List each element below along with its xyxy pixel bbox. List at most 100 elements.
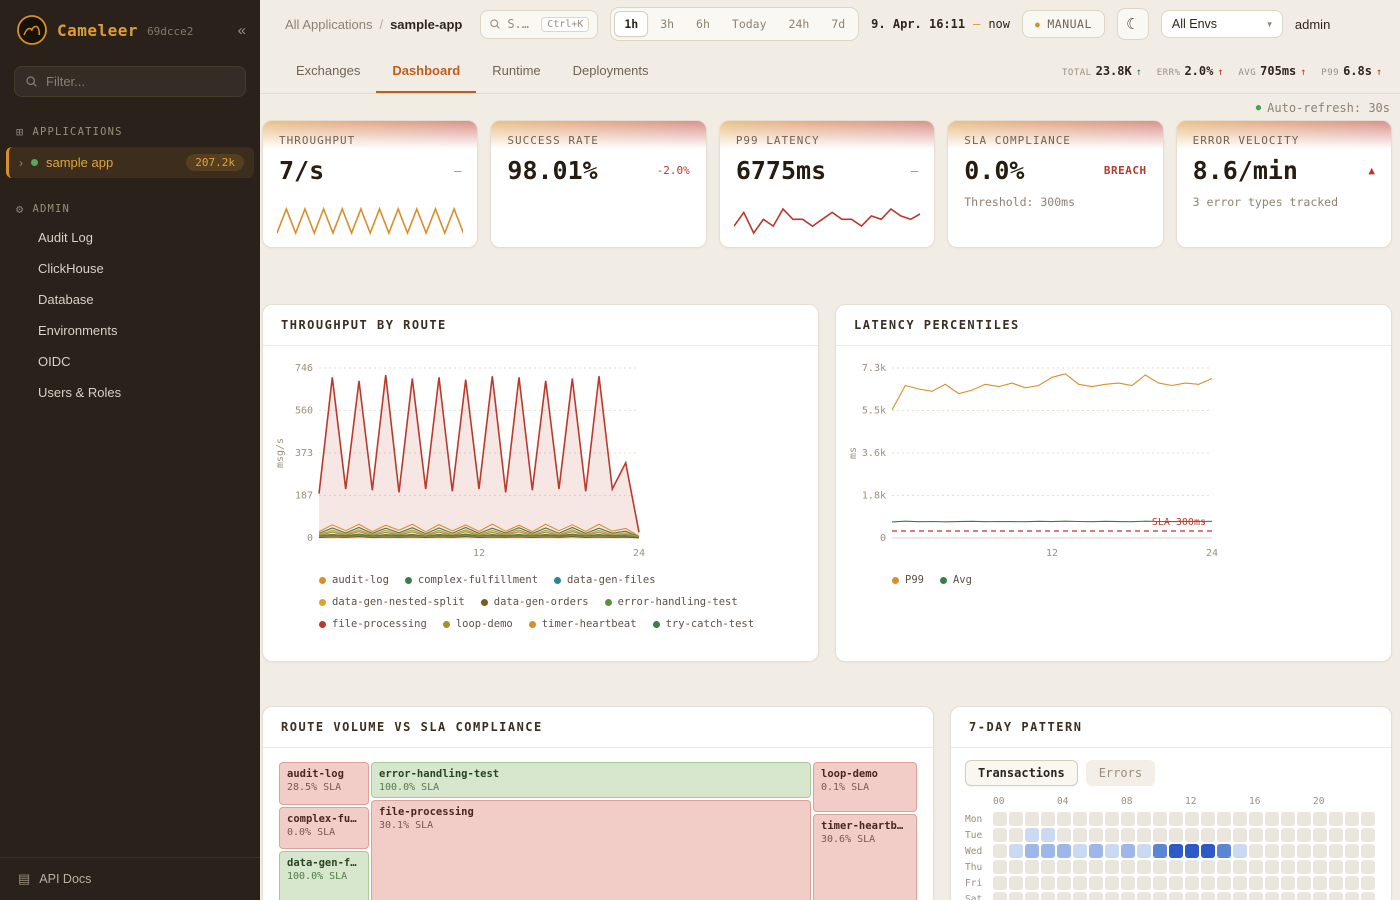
heatmap-cell[interactable] — [1329, 828, 1343, 842]
heatmap-cell[interactable] — [1185, 876, 1199, 890]
heatmap-cell[interactable] — [1185, 860, 1199, 874]
heatmap-cell[interactable] — [1361, 828, 1375, 842]
time-range-1h[interactable]: 1h — [614, 11, 648, 37]
heatmap-cell[interactable] — [1105, 812, 1119, 826]
heatmap-cell[interactable] — [1025, 844, 1039, 858]
heatmap-cell[interactable] — [1153, 860, 1167, 874]
heatmap-cell[interactable] — [1281, 860, 1295, 874]
heatmap-cell[interactable] — [1153, 844, 1167, 858]
heatmap-cell[interactable] — [1345, 812, 1359, 826]
manual-refresh-button[interactable]: ● MANUAL — [1022, 10, 1105, 38]
heatmap-cell[interactable] — [1089, 828, 1103, 842]
heatmap-cell[interactable] — [993, 892, 1007, 900]
legend-item-try-catch-test[interactable]: try-catch-test — [653, 618, 755, 630]
heatmap-cell[interactable] — [1233, 892, 1247, 900]
sidebar-item-clickhouse[interactable]: ClickHouse — [0, 253, 260, 284]
legend-item-timer-heartbeat[interactable]: timer-heartbeat — [529, 618, 637, 630]
heatmap-cell[interactable] — [1201, 876, 1215, 890]
heatmap-cell[interactable] — [1233, 844, 1247, 858]
heatmap-cell[interactable] — [1025, 876, 1039, 890]
tab-deployments[interactable]: Deployments — [557, 48, 665, 93]
heatmap-cell[interactable] — [1185, 844, 1199, 858]
heatmap-cell[interactable] — [1089, 812, 1103, 826]
heatmap-cell[interactable] — [1249, 860, 1263, 874]
treemap-block-file-processing[interactable]: file-processing30.1% SLA — [371, 800, 811, 900]
legend-item-error-handling-test[interactable]: error-handling-test — [605, 596, 738, 608]
legend-item-loop-demo[interactable]: loop-demo — [443, 618, 513, 630]
heatmap-cell[interactable] — [1361, 812, 1375, 826]
heatmap-cell[interactable] — [1313, 876, 1327, 890]
heatmap-cell[interactable] — [1217, 844, 1231, 858]
heatmap-cell[interactable] — [1201, 844, 1215, 858]
heatmap-cell[interactable] — [1297, 812, 1311, 826]
heatmap-cell[interactable] — [1265, 844, 1279, 858]
heatmap-cell[interactable] — [1089, 844, 1103, 858]
heatmap-cell[interactable] — [1041, 892, 1055, 900]
heatmap-cell[interactable] — [1137, 892, 1151, 900]
treemap-block-data-gen-files[interactable]: data-gen-files100.0% SLA — [279, 851, 369, 900]
sidebar-filter-input[interactable] — [46, 74, 235, 89]
heatmap-cell[interactable] — [1041, 876, 1055, 890]
heatmap-cell[interactable] — [1233, 876, 1247, 890]
heatmap-cell[interactable] — [1025, 828, 1039, 842]
heatmap-cell[interactable] — [1073, 812, 1087, 826]
heatmap-cell[interactable] — [1249, 828, 1263, 842]
heatmap-cell[interactable] — [1361, 860, 1375, 874]
heatmap-cell[interactable] — [993, 844, 1007, 858]
sidebar-item-oidc[interactable]: OIDC — [0, 346, 260, 377]
heatmap-cell[interactable] — [993, 860, 1007, 874]
heatmap-cell[interactable] — [1185, 828, 1199, 842]
heatmap-cell[interactable] — [1281, 892, 1295, 900]
env-filter-select[interactable]: All Envs ▾ — [1161, 10, 1283, 38]
time-range-3h[interactable]: 3h — [650, 11, 684, 37]
heatmap-cell[interactable] — [1249, 844, 1263, 858]
sidebar-item-database[interactable]: Database — [0, 284, 260, 315]
heatmap-cell[interactable] — [993, 828, 1007, 842]
heatmap-cell[interactable] — [1057, 876, 1071, 890]
heatmap-cell[interactable] — [1281, 828, 1295, 842]
heatmap-cell[interactable] — [1265, 812, 1279, 826]
heatmap-cell[interactable] — [1313, 828, 1327, 842]
heatmap-cell[interactable] — [1041, 812, 1055, 826]
heatmap-cell[interactable] — [1233, 812, 1247, 826]
heatmap-cell[interactable] — [1297, 828, 1311, 842]
tab-exchanges[interactable]: Exchanges — [280, 48, 376, 93]
heatmap-cell[interactable] — [1137, 844, 1151, 858]
heatmap-cell[interactable] — [1073, 860, 1087, 874]
legend-item-data-gen-orders[interactable]: data-gen-orders — [481, 596, 589, 608]
heatmap-cell[interactable] — [1249, 876, 1263, 890]
heatmap-cell[interactable] — [1153, 876, 1167, 890]
user-menu[interactable]: admin — [1295, 17, 1330, 32]
treemap-block-timer-heartbeat[interactable]: timer-heartbeat30.6% SLA — [813, 814, 917, 900]
heatmap-cell[interactable] — [1265, 876, 1279, 890]
sidebar-item-environments[interactable]: Environments — [0, 315, 260, 346]
heatmap-cell[interactable] — [1121, 892, 1135, 900]
sidebar-item-users-roles[interactable]: Users & Roles — [0, 377, 260, 408]
heatmap-cell[interactable] — [1329, 844, 1343, 858]
heatmap-cell[interactable] — [1105, 844, 1119, 858]
heatmap-cell[interactable] — [1089, 876, 1103, 890]
heatmap-cell[interactable] — [1217, 828, 1231, 842]
sidebar-filter[interactable] — [14, 66, 246, 97]
heatmap-cell[interactable] — [1201, 812, 1215, 826]
heatmap-cell[interactable] — [1089, 892, 1103, 900]
heatmap-cell[interactable] — [1153, 892, 1167, 900]
heatmap-cell[interactable] — [1329, 812, 1343, 826]
heatmap-cell[interactable] — [1313, 892, 1327, 900]
heatmap-cell[interactable] — [1137, 812, 1151, 826]
legend-item-p99[interactable]: P99 — [892, 574, 924, 586]
heatmap-cell[interactable] — [1297, 860, 1311, 874]
heatmap-cell[interactable] — [1313, 812, 1327, 826]
heatmap-cell[interactable] — [1009, 844, 1023, 858]
legend-item-file-processing[interactable]: file-processing — [319, 618, 427, 630]
heatmap-cell[interactable] — [1089, 860, 1103, 874]
legend-item-audit-log[interactable]: audit-log — [319, 574, 389, 586]
heatmap-cell[interactable] — [993, 876, 1007, 890]
sidebar-collapse-button[interactable]: « — [238, 22, 246, 39]
heatmap-cell[interactable] — [1201, 828, 1215, 842]
heatmap-cell[interactable] — [1361, 876, 1375, 890]
heatmap-cell[interactable] — [1281, 844, 1295, 858]
sidebar-item-sample-app[interactable]: › sample app 207.2k — [6, 147, 254, 178]
heatmap-cell[interactable] — [1153, 828, 1167, 842]
heatmap-cell[interactable] — [1329, 860, 1343, 874]
